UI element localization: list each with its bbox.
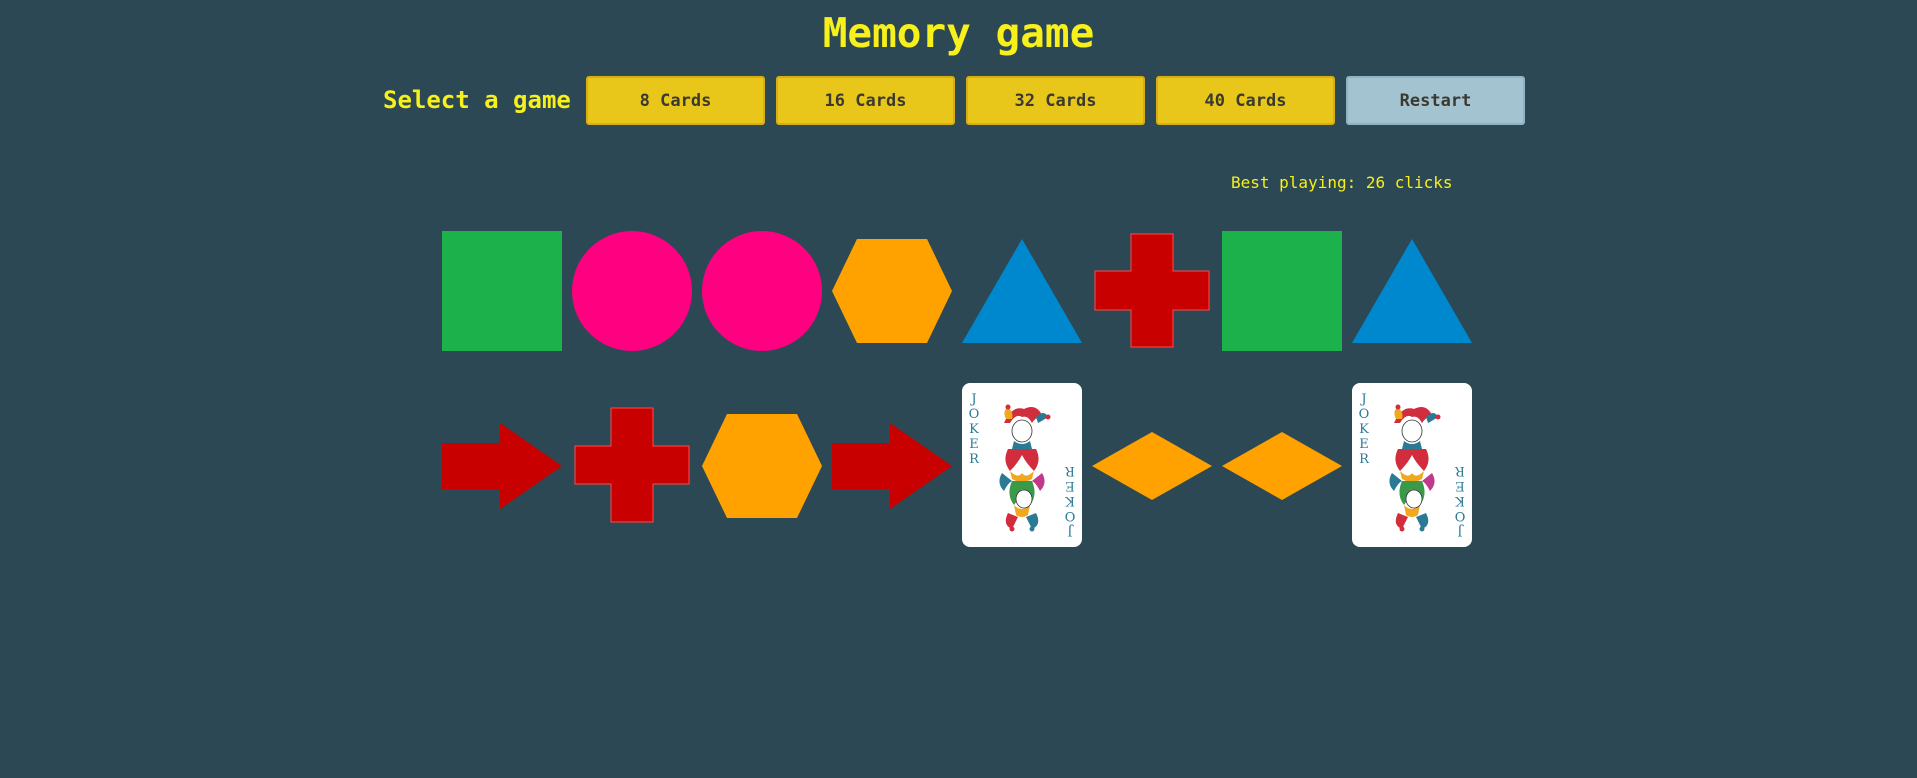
svg-text:R: R	[1454, 463, 1465, 478]
card-blue-triangle[interactable]	[1352, 231, 1472, 351]
red-arrow-icon	[442, 423, 562, 509]
card-green-square[interactable]	[1222, 231, 1342, 351]
card-red-cross[interactable]	[1092, 231, 1212, 351]
card-joker[interactable]: J O K E R J O K E R	[962, 383, 1082, 547]
blue-triangle-icon	[1352, 239, 1472, 343]
select-game-label: Select a game	[383, 86, 571, 114]
svg-text:K: K	[1065, 493, 1075, 508]
card-pink-circle[interactable]	[702, 231, 822, 351]
card-joker[interactable]: J O K E R J O K E R	[1352, 383, 1472, 547]
best-playing-score: Best playing: 26 clicks	[1231, 173, 1453, 192]
svg-text:E: E	[969, 437, 979, 452]
green-square-icon	[442, 231, 562, 351]
pink-circle-icon	[702, 231, 822, 351]
svg-text:K: K	[1359, 422, 1369, 437]
orange-hexagon-icon	[702, 414, 822, 518]
svg-text:E: E	[1359, 437, 1369, 452]
svg-text:J: J	[1457, 523, 1464, 538]
pink-circle-icon	[572, 231, 692, 351]
svg-text:O: O	[1359, 407, 1370, 422]
page-title: Memory game	[822, 9, 1095, 57]
svg-text:E: E	[1455, 478, 1465, 493]
svg-text:R: R	[1359, 452, 1370, 467]
joker-icon: J O K E R J O K E R	[969, 392, 1076, 538]
card-red-arrow[interactable]	[442, 406, 562, 526]
red-cross-icon	[574, 407, 690, 523]
card-blue-triangle[interactable]	[962, 231, 1082, 351]
svg-text:K: K	[1455, 493, 1465, 508]
blue-triangle-icon	[962, 239, 1082, 343]
card-orange-hexagon[interactable]	[832, 231, 952, 351]
restart-button[interactable]: Restart	[1346, 76, 1525, 125]
card-orange-diamond[interactable]	[1092, 406, 1212, 526]
svg-text:R: R	[1064, 463, 1075, 478]
card-orange-diamond[interactable]	[1222, 406, 1342, 526]
card-red-cross[interactable]	[572, 406, 692, 526]
svg-text:O: O	[1455, 508, 1466, 523]
svg-text:O: O	[1065, 508, 1076, 523]
green-square-icon	[1222, 231, 1342, 351]
svg-text:O: O	[969, 407, 980, 422]
32-cards-button[interactable]: 32 Cards	[966, 76, 1145, 125]
svg-text:J: J	[1067, 523, 1074, 538]
8-cards-button[interactable]: 8 Cards	[586, 76, 765, 125]
red-cross-icon	[1094, 233, 1210, 348]
joker-icon: J O K E R J O K E R	[1359, 392, 1466, 538]
svg-text:R: R	[969, 452, 980, 467]
card-pink-circle[interactable]	[572, 231, 692, 351]
card-orange-hexagon[interactable]	[702, 406, 822, 526]
40-cards-button[interactable]: 40 Cards	[1156, 76, 1335, 125]
svg-text:K: K	[969, 422, 979, 437]
red-arrow-icon	[832, 423, 952, 509]
orange-diamond-icon	[1092, 432, 1212, 500]
orange-hexagon-icon	[832, 239, 952, 343]
svg-text:E: E	[1065, 478, 1075, 493]
16-cards-button[interactable]: 16 Cards	[776, 76, 955, 125]
orange-diamond-icon	[1222, 432, 1342, 500]
card-red-arrow[interactable]	[832, 406, 952, 526]
card-green-square[interactable]	[442, 231, 562, 351]
svg-text:J: J	[1359, 392, 1366, 407]
svg-text:J: J	[969, 392, 976, 407]
